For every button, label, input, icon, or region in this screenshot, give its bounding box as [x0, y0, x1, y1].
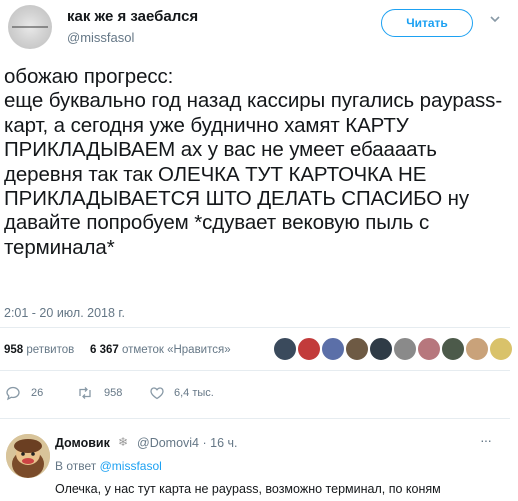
liker-avatar[interactable] — [297, 337, 321, 361]
likes-stat[interactable]: 6 367 отметок «Нравится» — [90, 344, 231, 356]
caret-down-icon[interactable] — [490, 14, 500, 24]
retweets-stat-count: 958 — [4, 344, 24, 356]
divider — [0, 327, 510, 328]
divider — [0, 370, 510, 371]
liker-avatar[interactable] — [417, 337, 441, 361]
divider — [0, 418, 510, 419]
more-options-icon[interactable]: ··· — [480, 432, 492, 448]
liker-avatar[interactable] — [369, 337, 393, 361]
author-avatar[interactable] — [8, 5, 52, 49]
reply-icon[interactable] — [5, 385, 21, 401]
retweets-stat-label: ретвитов — [26, 344, 75, 356]
heart-icon[interactable] — [149, 385, 165, 401]
liker-avatar[interactable] — [273, 337, 297, 361]
liker-avatar[interactable] — [489, 337, 513, 361]
reply-context: В ответ @missfasol — [55, 459, 162, 473]
reply-text: Олечка, у нас тут карта не paypass, возм… — [55, 482, 441, 496]
retweets-stat[interactable]: 958 ретвитов — [4, 344, 74, 356]
reply-author-name[interactable]: Домовик — [55, 436, 110, 450]
liker-avatar[interactable] — [465, 337, 489, 361]
likes-stat-label: отметок «Нравится» — [121, 344, 231, 356]
reply-author-handle[interactable]: @Domovi4 · 16 ч. — [137, 436, 237, 450]
likes-stat-count: 6 367 — [90, 344, 119, 356]
liker-avatar[interactable] — [393, 337, 417, 361]
liker-avatar[interactable] — [321, 337, 345, 361]
follow-button[interactable]: Читать — [381, 9, 473, 37]
retweet-icon[interactable] — [77, 385, 93, 401]
author-display-name[interactable]: как же я заебался — [67, 8, 198, 25]
tweet-text: обожаю прогресс: еще буквально год назад… — [4, 65, 503, 259]
tweet-timestamp[interactable]: 2:01 - 20 июл. 2018 г. — [4, 306, 125, 320]
reply-avatar[interactable] — [6, 434, 50, 478]
retweet-count: 958 — [104, 387, 123, 399]
reply-count: 26 — [31, 387, 44, 399]
author-screen-name[interactable]: @missfasol — [67, 30, 134, 45]
reply-context-prefix: В ответ — [55, 459, 97, 473]
snowflake-icon: ❄ — [118, 435, 129, 449]
reply-context-mention[interactable]: @missfasol — [100, 459, 162, 473]
liker-avatar[interactable] — [345, 337, 369, 361]
liker-avatar[interactable] — [441, 337, 465, 361]
like-count: 6,4 тыс. — [174, 387, 214, 399]
